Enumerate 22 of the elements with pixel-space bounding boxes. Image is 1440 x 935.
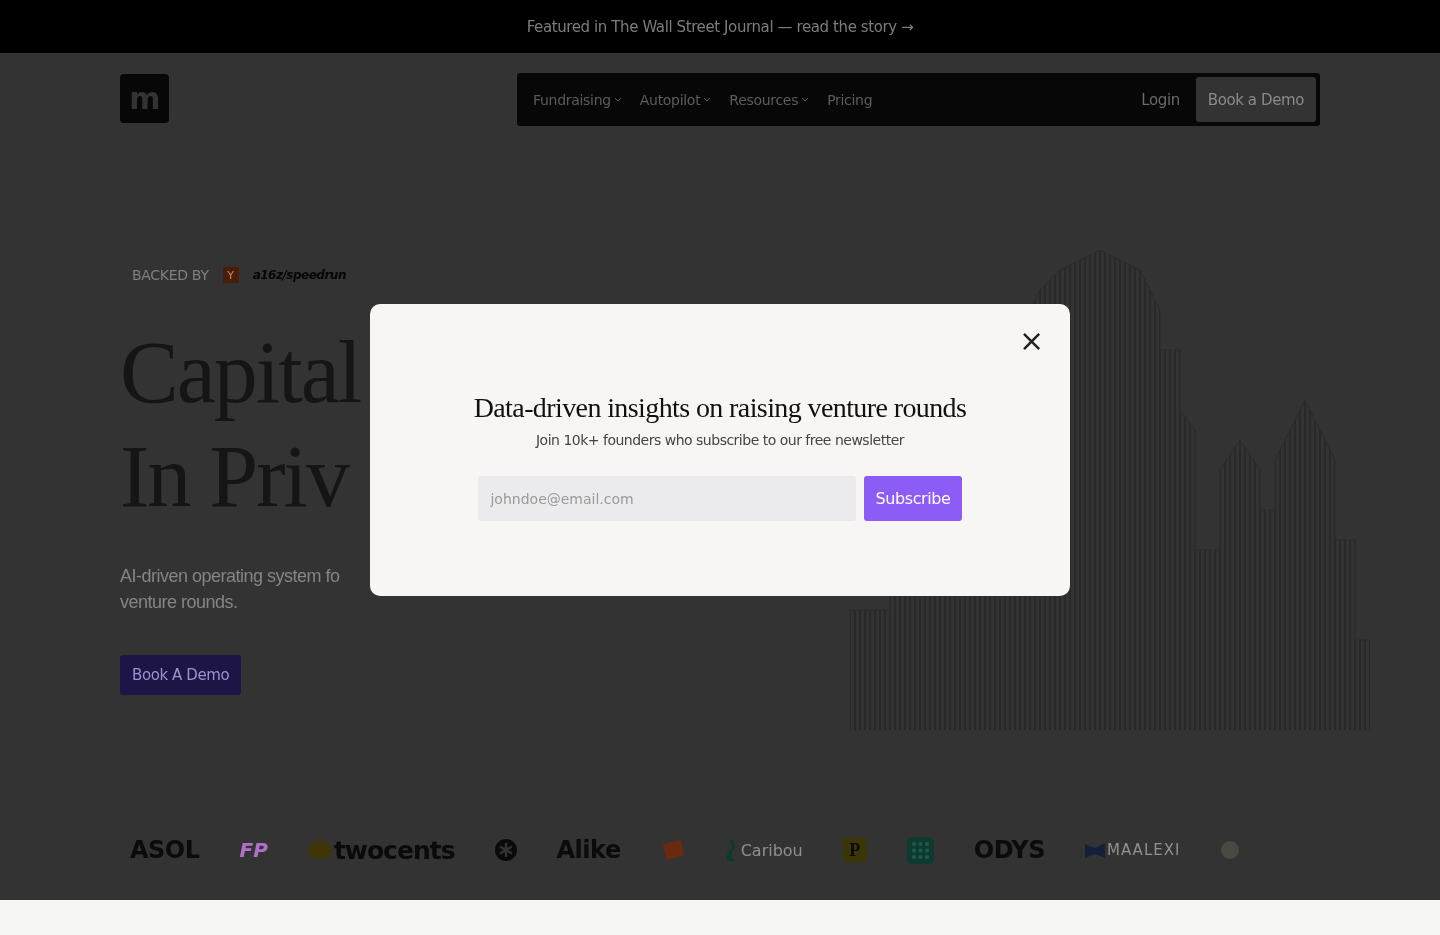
- company-logo: Caribou: [724, 839, 803, 861]
- company-logo: FP: [239, 838, 268, 862]
- backed-by-label: BACKED BY: [132, 267, 209, 283]
- login-link[interactable]: Login: [1141, 90, 1180, 109]
- announcement-link[interactable]: Featured in The Wall Street Journal — read the story →: [526, 17, 914, 36]
- email-field[interactable]: johndoe@email.com: [478, 476, 857, 521]
- grid-logo-icon: [906, 836, 934, 864]
- nav-link[interactable]: Pricing: [827, 91, 873, 108]
- modal-title: Data-driven insights on raising venture rounds: [473, 392, 967, 424]
- box-logo-icon: [660, 839, 685, 861]
- close-button[interactable]: ×: [1019, 329, 1043, 353]
- investor-logo: Y: [222, 267, 239, 283]
- nav-link[interactable]: Resources: [729, 91, 810, 108]
- company-logo: MAALEXI: [1085, 841, 1181, 859]
- modal-subtitle: Join 10k+ founders who subscribe to our free newsletter: [536, 432, 904, 448]
- star-logo-icon: [494, 839, 517, 861]
- book-demo-button[interactable]: Book a Demo: [1195, 77, 1316, 122]
- nav-link[interactable]: Fundraising: [533, 91, 622, 108]
- nav-link[interactable]: Autopilot: [639, 91, 712, 108]
- book-demo-button[interactable]: Book A Demo: [120, 655, 242, 695]
- hero-subtitle: AI-driven operating system fo venture rounds.: [120, 565, 340, 614]
- subscribe-button[interactable]: Subscribe: [864, 476, 962, 521]
